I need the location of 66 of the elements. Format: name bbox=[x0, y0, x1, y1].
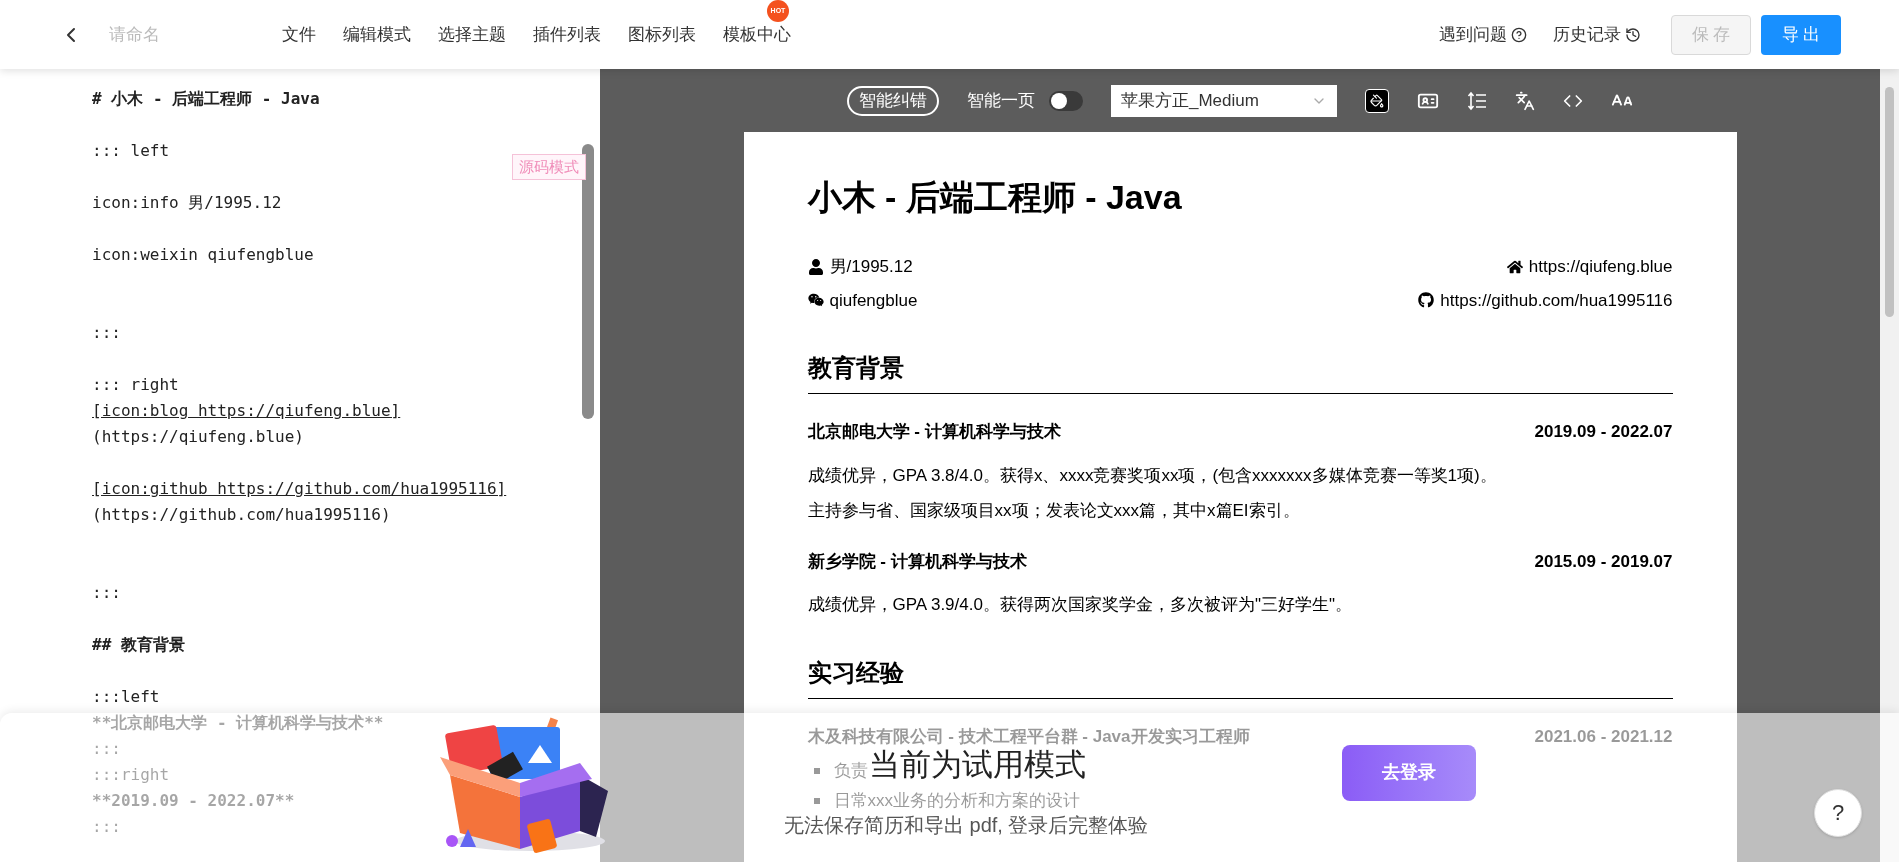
bullet-text: 日常xxx业务的分析和方案的设计 bbox=[833, 790, 1080, 812]
entry-date: 2019.09 - 2022.07 bbox=[1534, 421, 1673, 443]
font-select[interactable]: 苹果方正_Medium bbox=[1111, 84, 1337, 117]
line-spacing-button[interactable] bbox=[1467, 90, 1487, 111]
menu-item[interactable]: 编辑模式 bbox=[343, 21, 411, 48]
person-icon bbox=[807, 258, 824, 275]
entry-date: 2021.06 - 2021.12 bbox=[1534, 725, 1673, 748]
paint-bucket-icon bbox=[1370, 93, 1384, 108]
code-line: **北京邮电大学 - 计算机科学与技术** bbox=[92, 712, 384, 734]
menu-item[interactable]: 文件 bbox=[282, 21, 316, 48]
github-icon bbox=[1418, 292, 1435, 309]
theme-color-button[interactable] bbox=[1365, 88, 1389, 113]
entry-date: 2015.09 - 2019.07 bbox=[1534, 550, 1673, 573]
translate-button[interactable] bbox=[1515, 90, 1535, 111]
code-line: (https://qiufeng.blue) bbox=[92, 426, 304, 448]
mode-badge: 源码模式 bbox=[512, 154, 586, 180]
translate-icon bbox=[1515, 90, 1535, 111]
code-line: ::: bbox=[92, 738, 121, 760]
code-line: :::left bbox=[92, 686, 160, 708]
code-line: [icon:github https://github.com/hua1995116] bbox=[92, 478, 507, 500]
banner-title: 当前为试用模式 bbox=[869, 747, 1086, 783]
code-line: ::: right bbox=[92, 374, 179, 396]
contact-text: https://github.com/hua1995116 bbox=[1440, 289, 1673, 312]
help-icon bbox=[1511, 26, 1527, 43]
menu-item[interactable]: 模板中心 bbox=[723, 21, 791, 48]
code-line: # 小木 - 后端工程师 - Java bbox=[92, 88, 320, 110]
bullet-mark bbox=[813, 768, 820, 774]
section-title: 实习经验 bbox=[807, 657, 904, 688]
banner-subtitle: 无法保存简历和导出 pdf, 登录后完整体验 bbox=[784, 813, 1150, 837]
code-line: ::: bbox=[92, 816, 121, 838]
code-line: ## 教育背景 bbox=[92, 634, 185, 656]
help-link[interactable]: 遇到问题 bbox=[1439, 21, 1527, 48]
bullet-mark bbox=[813, 798, 820, 804]
home-icon bbox=[1506, 258, 1523, 275]
entry-text: 成绩优异，GPA 3.8/4.0。获得x、xxxx竞赛奖项xx项，(包含xxxxxxx多媒体竞赛一等奖1项)。 bbox=[807, 464, 1497, 487]
line-spacing-icon bbox=[1467, 90, 1487, 111]
contact-text: qiufengblue bbox=[829, 289, 918, 312]
entry-text: 主持参与省、国家级项目xx项；发表论文xxx篇，其中x篇EI索引。 bbox=[807, 500, 1300, 522]
contact-text: 男/1995.12 bbox=[829, 256, 913, 278]
bullet-text: 负责 bbox=[833, 760, 868, 782]
title-input[interactable]: 请命名 bbox=[109, 21, 269, 48]
menu-item[interactable]: 图标列表 bbox=[628, 21, 696, 48]
entry-text: 成绩优异，GPA 3.9/4.0。获得两次国家奖学金，多次被评为"三好学生"。 bbox=[807, 594, 1352, 616]
resume-name: 小木 - 后端工程师 - Java bbox=[807, 177, 1182, 218]
code-line: ::: bbox=[92, 582, 121, 604]
entry-title: 木及科技有限公司 - 技术工程平台群 - Java开发实习工程师 bbox=[807, 725, 1250, 748]
history-icon bbox=[1625, 26, 1641, 43]
one-page-label: 智能一页 bbox=[967, 89, 1035, 112]
code-line: (https://github.com/hua1995116) bbox=[92, 504, 391, 526]
code-line: :::right bbox=[92, 764, 170, 786]
code-line: [icon:blog https://qiufeng.blue] bbox=[92, 400, 401, 422]
code-line: ::: left bbox=[92, 140, 170, 162]
code-line: **2019.09 - 2022.07** bbox=[92, 790, 295, 812]
code-line: ::: bbox=[92, 322, 121, 344]
code-line: icon:weixin qiufengblue bbox=[92, 244, 314, 266]
history-link[interactable]: 历史记录 bbox=[1553, 21, 1641, 48]
code-line: icon:info 男/1995.12 bbox=[92, 192, 282, 214]
section-title: 教育背景 bbox=[807, 353, 904, 383]
entry-title: 北京邮电大学 - 计算机科学与技术 bbox=[807, 421, 1061, 443]
menu-item[interactable]: 选择主题 bbox=[438, 21, 506, 48]
menu-item[interactable]: 插件列表 bbox=[533, 21, 601, 48]
chat-icon bbox=[807, 292, 824, 309]
one-page-toggle[interactable] bbox=[1049, 90, 1083, 111]
autocorrect-button[interactable]: 智能纠错 bbox=[847, 85, 939, 116]
contact-text: https://qiufeng.blue bbox=[1528, 256, 1673, 278]
entry-title: 新乡学院 - 计算机科学与技术 bbox=[807, 550, 1027, 573]
